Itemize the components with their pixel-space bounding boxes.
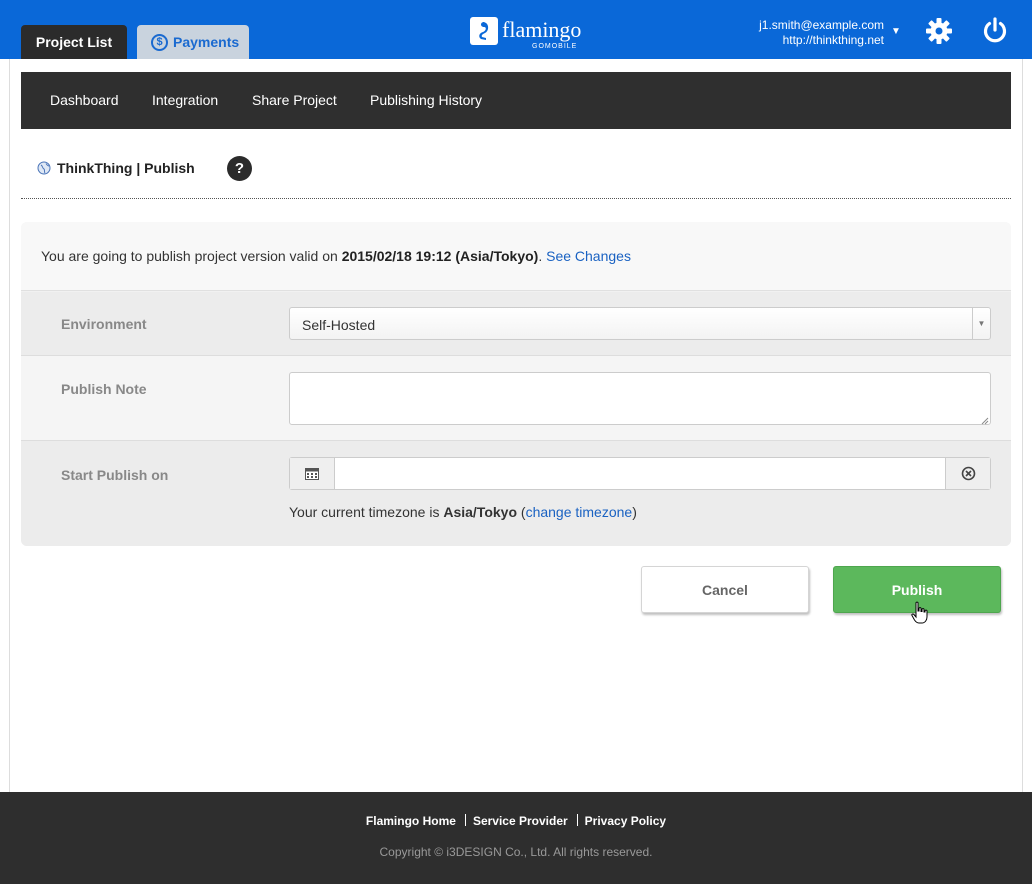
start-publish-input-group — [289, 457, 991, 490]
globe-icon — [37, 161, 51, 175]
power-icon[interactable] — [981, 16, 1009, 44]
top-header: Project List $ Payments flamingo GOMOBIL… — [0, 0, 1032, 59]
publish-intro: You are going to publish project version… — [21, 222, 1011, 291]
tab-project-list[interactable]: Project List — [21, 25, 127, 59]
calendar-button[interactable] — [290, 458, 335, 489]
publish-note-textarea[interactable] — [289, 372, 991, 425]
chevron-down-icon[interactable]: ▼ — [891, 26, 901, 37]
footer-link-flamingo-home[interactable]: Flamingo Home — [366, 814, 456, 828]
intro-suffix: . — [538, 248, 543, 264]
change-timezone-link[interactable]: change timezone — [526, 504, 633, 520]
dropdown-arrow-icon: ▼ — [972, 308, 990, 339]
publish-panel: You are going to publish project version… — [21, 222, 1011, 546]
breadcrumb: ThinkThing | Publish — [37, 160, 195, 176]
start-publish-row: Start Publish on Your current timezone i… — [21, 441, 1011, 546]
account-email: j1.smith@example.com — [759, 18, 884, 32]
intro-datetime: 2015/02/18 19:12 (Asia/Tokyo) — [341, 248, 539, 264]
flamingo-logo[interactable]: flamingo GOMOBILE — [470, 14, 595, 54]
footer-separator — [464, 814, 466, 826]
tab-label: Payments — [173, 34, 240, 50]
tab-label: Project List — [35, 34, 113, 50]
clear-date-button[interactable] — [945, 458, 990, 489]
subnav-publishing-history[interactable]: Publishing History — [370, 92, 482, 108]
environment-label: Environment — [61, 316, 147, 332]
flamingo-logo-mark — [470, 17, 498, 45]
environment-select[interactable]: Self-Hosted ▼ — [289, 307, 991, 340]
footer-link-privacy-policy[interactable]: Privacy Policy — [585, 814, 666, 828]
logo-name: flamingo — [502, 17, 582, 42]
footer: Flamingo Home Service Provider Privacy Pol… — [0, 792, 1032, 884]
environment-row: Environment Self-Hosted ▼ — [21, 292, 1011, 356]
subnav-share-project[interactable]: Share Project — [252, 92, 337, 108]
environment-value: Self-Hosted — [302, 317, 376, 333]
footer-separator — [576, 814, 578, 826]
subnav-dashboard[interactable]: Dashboard — [50, 92, 119, 108]
logo-subtitle: GOMOBILE — [532, 43, 578, 50]
timezone-value: Asia/Tokyo — [443, 504, 517, 520]
tab-payments[interactable]: $ Payments — [137, 25, 249, 59]
account-menu[interactable]: j1.smith@example.com http://thinkthing.n… — [759, 18, 884, 48]
gear-icon[interactable] — [925, 17, 953, 45]
timezone-prefix: Your current timezone is — [289, 504, 440, 520]
hand-cursor-icon — [911, 601, 928, 624]
page-title: ThinkThing | Publish — [57, 160, 195, 176]
start-publish-label: Start Publish on — [61, 467, 169, 483]
intro-prefix: You are going to publish project version… — [41, 248, 338, 264]
close-circle-icon — [961, 466, 976, 481]
publish-note-row: Publish Note — [21, 356, 1011, 441]
dollar-circle-icon: $ — [151, 33, 168, 51]
sub-navigation: Dashboard Integration Share Project Publ… — [21, 72, 1011, 129]
resize-handle-icon[interactable] — [981, 417, 989, 425]
footer-link-service-provider[interactable]: Service Provider — [473, 814, 568, 828]
subnav-integration[interactable]: Integration — [152, 92, 218, 108]
help-icon[interactable]: ? — [227, 156, 252, 181]
divider — [21, 198, 1011, 199]
start-publish-date-input[interactable] — [336, 458, 946, 489]
intro-text: You are going to publish project version… — [41, 248, 631, 264]
footer-links: Flamingo Home Service Provider Privacy Pol… — [0, 814, 1032, 828]
timezone-info: Your current timezone is Asia/Tokyo (cha… — [289, 504, 637, 520]
publish-note-label: Publish Note — [61, 381, 147, 397]
copyright-text: Copyright © i3DESIGN Co., Ltd. All right… — [379, 845, 653, 859]
cancel-button[interactable]: Cancel — [641, 566, 809, 613]
calendar-icon — [305, 468, 319, 480]
see-changes-link[interactable]: See Changes — [546, 248, 631, 264]
account-site: http://thinkthing.net — [782, 33, 884, 47]
